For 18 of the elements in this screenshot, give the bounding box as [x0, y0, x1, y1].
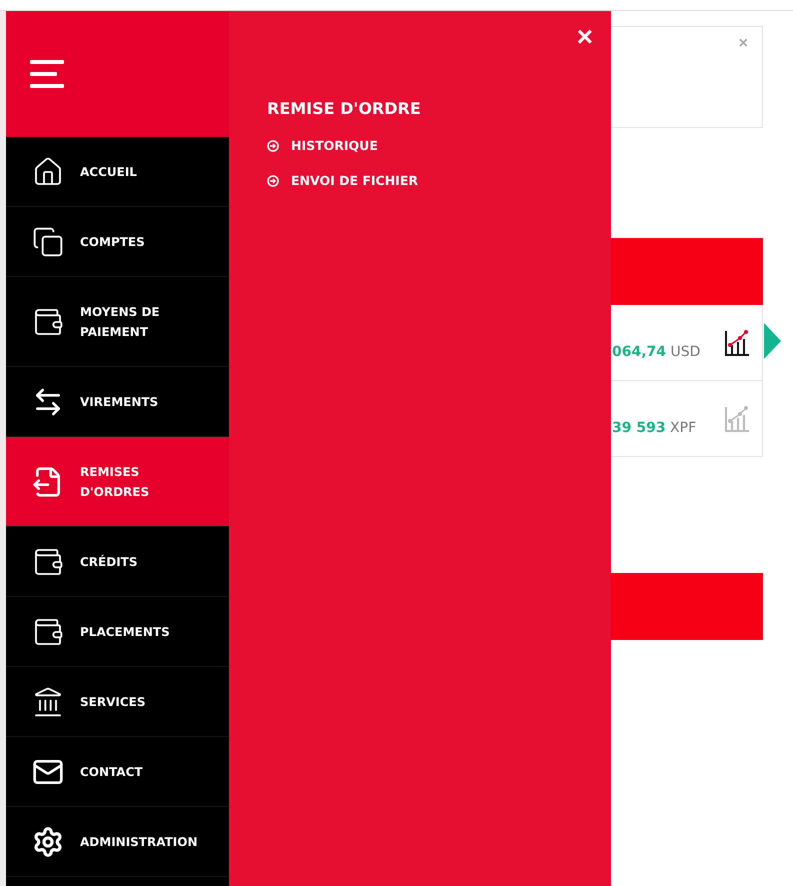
house-icon — [32, 156, 64, 188]
account-row[interactable]: 39 593 XPF — [611, 381, 763, 457]
menu-icon[interactable] — [30, 60, 66, 88]
circle-arrow-icon — [267, 140, 279, 152]
stacked-windows-icon — [32, 226, 64, 258]
bank-icon — [32, 686, 64, 718]
account-balance: 064,74 USD — [612, 344, 700, 360]
account-row[interactable]: 064,74 USD — [611, 305, 763, 381]
chart-icon[interactable] — [724, 328, 750, 356]
submenu-link[interactable]: HISTORIQUE — [267, 138, 378, 153]
pointer-icon — [764, 323, 781, 359]
close-button[interactable]: × — [576, 25, 593, 49]
submenu-link[interactable]: ENVOI DE FICHIER — [267, 173, 418, 188]
circle-arrow-icon — [267, 174, 279, 186]
submenu-title: REMISE D'ORDRE — [267, 99, 422, 118]
account-balance: 39 593 XPF — [612, 420, 696, 436]
gears-icon — [32, 826, 64, 858]
sidebar-item[interactable]: REMISES D'ORDRES — [6, 437, 229, 527]
